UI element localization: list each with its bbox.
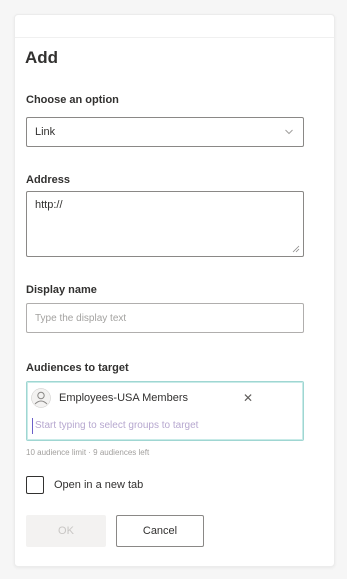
group-avatar-icon — [31, 388, 51, 408]
cancel-button[interactable]: Cancel — [116, 515, 204, 547]
audience-limit-text: 10 audience limit · 9 audiences left — [26, 448, 150, 457]
chevron-down-icon — [285, 129, 293, 135]
audience-chip: Employees-USA Members ✕ — [31, 387, 259, 409]
audience-chip-label: Employees-USA Members — [59, 392, 188, 404]
header-divider — [15, 37, 334, 38]
audiences-placeholder: Start typing to select groups to target — [35, 420, 199, 431]
address-label: Address — [26, 174, 71, 186]
open-new-tab-checkbox[interactable] — [26, 476, 44, 494]
choose-option-label: Choose an option — [26, 94, 119, 106]
choose-option-dropdown[interactable]: Link — [26, 117, 304, 147]
remove-audience-button[interactable]: ✕ — [243, 391, 253, 405]
panel-title: Add — [25, 48, 59, 67]
text-cursor — [32, 418, 33, 434]
open-new-tab-option[interactable]: Open in a new tab — [26, 476, 246, 496]
address-value: http:// — [35, 199, 63, 211]
audiences-picker[interactable]: Employees-USA Members ✕ Start typing to … — [26, 381, 304, 441]
open-new-tab-label[interactable]: Open in a new tab — [54, 479, 143, 491]
display-name-label: Display name — [26, 284, 97, 296]
audiences-label: Audiences to target — [26, 362, 129, 374]
address-textarea[interactable]: http:// — [26, 191, 304, 257]
choose-option-value: Link — [35, 126, 56, 138]
display-name-placeholder: Type the display text — [35, 313, 127, 324]
resize-grip-icon[interactable] — [292, 245, 300, 253]
ok-button[interactable]: OK — [26, 515, 106, 547]
display-name-input[interactable]: Type the display text — [26, 303, 304, 333]
